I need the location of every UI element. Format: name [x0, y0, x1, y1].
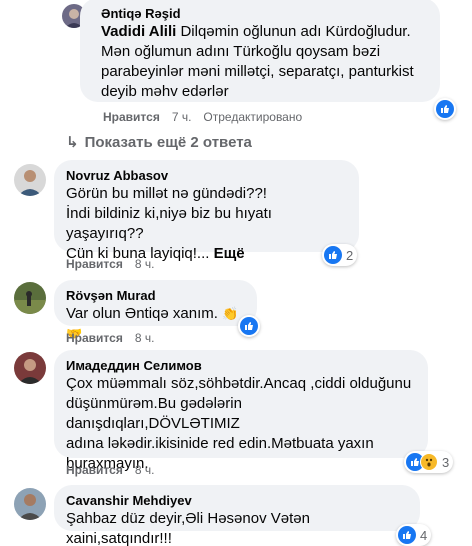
reaction-summary[interactable]: 4: [396, 524, 432, 546]
comment-bubble: Rövşən Murad Var olun Əntiqə xanım. 👏🤝: [54, 280, 257, 341]
mention-link[interactable]: Vadidi Alili: [101, 23, 176, 40]
reaction-summary[interactable]: [434, 98, 456, 120]
reply-arrow-icon: ↳: [66, 134, 79, 151]
timestamp[interactable]: 8 ч.: [135, 256, 155, 272]
like-reaction-icon: [240, 317, 258, 335]
like-button[interactable]: Нравится: [66, 462, 123, 478]
comment-author[interactable]: Rövşən Murad: [66, 288, 245, 304]
comment-actions: Нравится 8 ч.: [66, 330, 154, 346]
comment-author[interactable]: Əntiqə Rəşid: [101, 6, 428, 22]
like-reaction-icon: [324, 246, 342, 264]
timestamp[interactable]: 8 ч.: [135, 330, 155, 346]
edited-label: Отредактировано: [203, 110, 303, 124]
see-more-link[interactable]: Ещё: [214, 245, 245, 262]
avatar[interactable]: [14, 164, 46, 196]
comment-author[interactable]: Имадеддин Селимов: [66, 358, 416, 374]
comment-text: Çox müəmmalı söz,söhbətdir.Ancaq ,ciddi …: [66, 375, 412, 472]
avatar[interactable]: [14, 352, 46, 384]
like-button[interactable]: Нравится: [66, 330, 123, 346]
show-more-replies[interactable]: ↳ Показать ещё 2 ответа: [66, 133, 252, 152]
timestamp[interactable]: 8 ч.: [135, 462, 155, 478]
comment-text: Görün bu millət nə gündədi??! İndi bildi…: [66, 185, 272, 262]
reaction-count: 2: [346, 247, 354, 263]
avatar[interactable]: [14, 488, 46, 520]
comment-actions: Нравится 8 ч.: [66, 462, 154, 478]
comment-author[interactable]: Novruz Abbasov: [66, 168, 347, 184]
comment-bubble: Имадеддин Селимов Çox müəmmalı söz,söhbə…: [54, 350, 428, 472]
comment-bubble: Cavanshir Mehdiyev Şahbaz düz deyir,Əli …: [54, 485, 420, 546]
reaction-summary[interactable]: 3: [404, 451, 454, 473]
like-button[interactable]: Нравится: [66, 256, 123, 272]
comment-actions: Нравится 8 ч.: [66, 256, 154, 272]
reaction-count: 3: [442, 454, 450, 470]
comment-text: Vadidi Alili Dilqəmin oğlunun adı Kürdoğ…: [101, 23, 414, 100]
reaction-summary[interactable]: [238, 315, 260, 337]
timestamp[interactable]: 7 ч.: [172, 109, 192, 125]
reaction-summary[interactable]: 2: [322, 244, 358, 266]
reaction-count: 4: [420, 527, 428, 543]
comment-author[interactable]: Cavanshir Mehdiyev: [66, 493, 408, 509]
like-reaction-icon: [398, 526, 416, 544]
avatar[interactable]: [14, 282, 46, 314]
comment-text: Şahbaz düz deyir,Əli Həsənov Vətən xaini…: [66, 510, 310, 546]
comment-bubble: Əntiqə Rəşid Vadidi Alili Dilqəmin oğlun…: [80, 0, 440, 102]
like-button[interactable]: Нравится: [103, 109, 160, 125]
like-reaction-icon: [436, 100, 454, 118]
wow-reaction-icon: [420, 453, 438, 471]
comment-actions: Нравится 7 ч. Отредактировано: [103, 109, 302, 125]
comment-bubble: Novruz Abbasov Görün bu millət nə gündəd…: [54, 160, 359, 262]
